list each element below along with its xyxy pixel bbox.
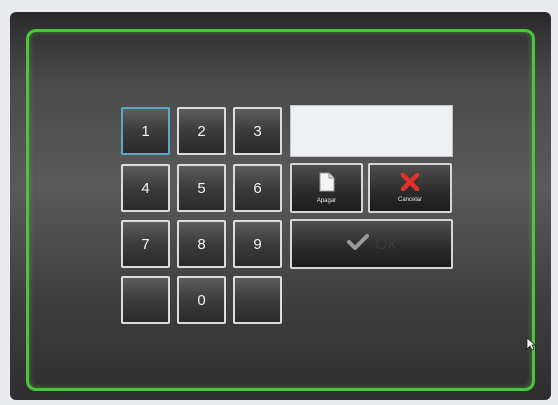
key-blank-right[interactable]	[233, 276, 282, 324]
key-5[interactable]: 5	[177, 164, 226, 212]
cancel-label: Cancelar	[397, 197, 422, 203]
key-3[interactable]: 3	[233, 107, 282, 155]
key-8[interactable]: 8	[177, 220, 226, 268]
red-x-icon	[400, 172, 420, 195]
cancel-button[interactable]: Cancelar	[368, 163, 452, 213]
erase-label: Apagar	[316, 198, 337, 204]
mouse-pointer-icon	[526, 336, 537, 355]
key-7[interactable]: 7	[121, 220, 170, 268]
value-display[interactable]	[290, 105, 453, 157]
key-1[interactable]: 1	[121, 107, 170, 155]
key-0[interactable]: 0	[177, 276, 226, 324]
checkmark-icon	[346, 234, 369, 254]
key-9[interactable]: 9	[233, 220, 282, 268]
ok-label: Ok	[374, 234, 397, 253]
key-2[interactable]: 2	[177, 107, 226, 155]
key-6[interactable]: 6	[233, 164, 282, 212]
erase-button[interactable]: Apagar	[290, 163, 363, 213]
key-blank-left[interactable]	[121, 276, 170, 324]
key-4[interactable]: 4	[121, 164, 170, 212]
ok-button[interactable]: Ok	[290, 219, 453, 269]
document-icon	[319, 172, 335, 196]
